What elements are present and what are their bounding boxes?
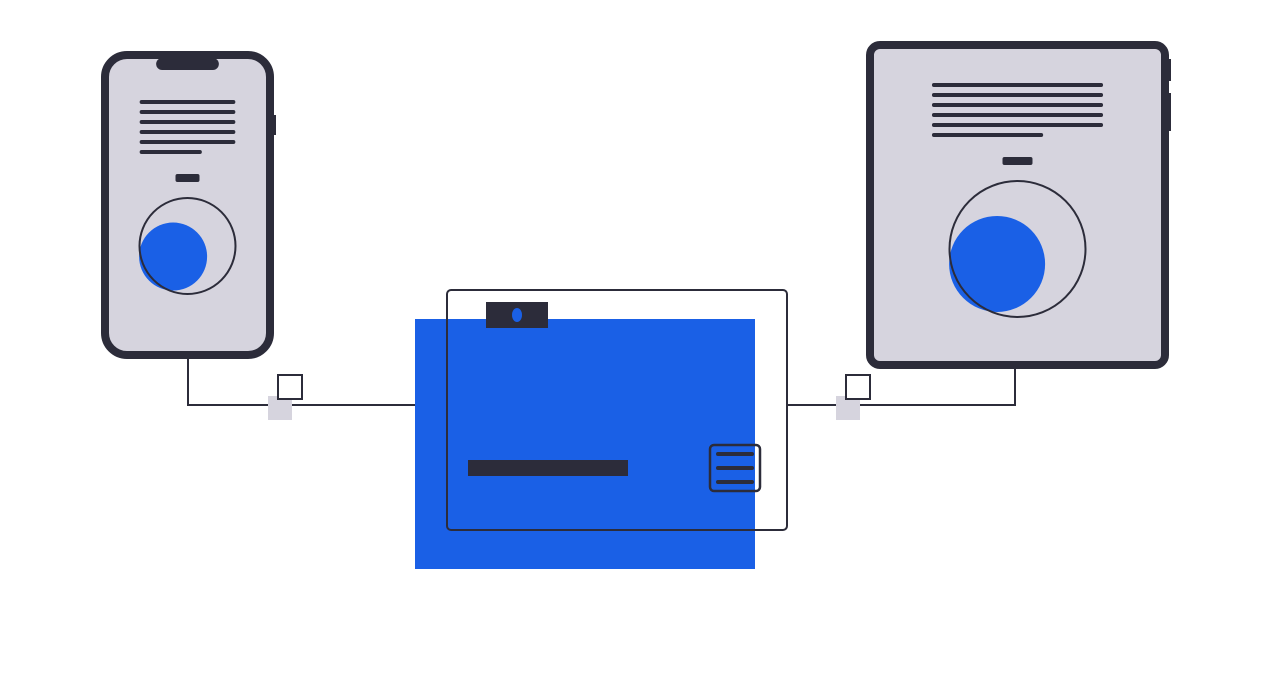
laptop-content-bar <box>468 460 628 476</box>
tablet-device-content-line <box>932 93 1103 97</box>
phone-device-content-line <box>140 110 236 114</box>
tablet-device-side-button-icon <box>1168 59 1171 81</box>
connector-right <box>787 365 1015 420</box>
connector-left <box>188 355 447 420</box>
tablet-device-content-line <box>932 83 1103 87</box>
connector-left-node-outline <box>278 375 302 399</box>
diagram-stage <box>0 0 1268 690</box>
phone-device-notch-icon <box>156 58 219 70</box>
tablet-device-content-line <box>932 123 1103 127</box>
laptop-camera-lens-icon <box>512 308 522 322</box>
connector-right-node-outline <box>846 375 870 399</box>
tablet-device-content-line <box>932 103 1103 107</box>
phone-device <box>105 55 276 355</box>
tablet-device <box>870 45 1171 365</box>
phone-device-content-line <box>140 150 202 154</box>
tablet-device-side-button-icon <box>1168 93 1171 131</box>
laptop-screen-fill <box>415 319 755 569</box>
phone-device-content-line <box>140 120 236 124</box>
tablet-device-content-line <box>932 113 1103 117</box>
laptop-device <box>415 290 787 569</box>
tablet-device-button-icon <box>1003 157 1033 165</box>
tablet-device-content-line <box>932 133 1043 137</box>
phone-device-button-icon <box>176 174 200 182</box>
tablet-device-accent-circle-icon <box>949 216 1045 312</box>
phone-device-accent-circle-icon <box>139 223 207 291</box>
phone-device-content-line <box>140 130 236 134</box>
phone-device-side-button-icon <box>273 115 276 135</box>
phone-device-content-line <box>140 140 236 144</box>
phone-device-content-line <box>140 100 236 104</box>
